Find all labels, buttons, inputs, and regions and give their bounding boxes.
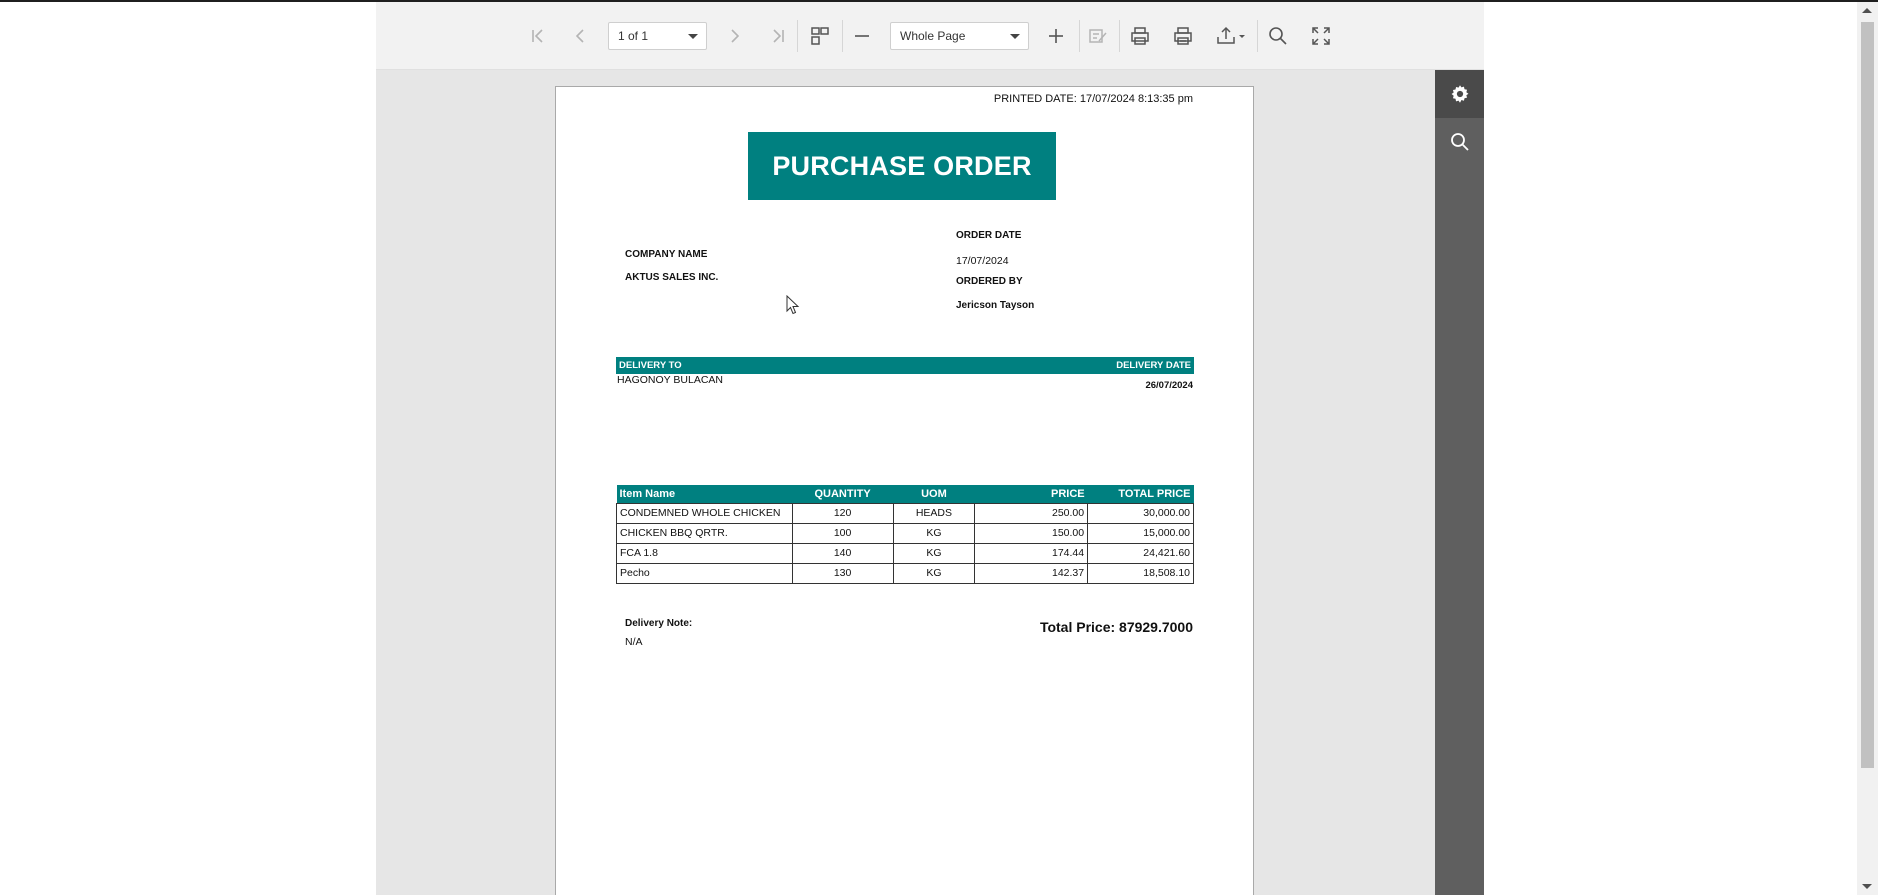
- last-page-icon[interactable]: [764, 22, 792, 50]
- page-indicator: 1 of 1: [618, 29, 649, 43]
- printed-date: PRINTED DATE: 17/07/2024 8:13:35 pm: [993, 93, 1193, 105]
- page-select[interactable]: 1 of 1: [608, 22, 707, 50]
- total-price-cell: 15,000.00: [1087, 522, 1194, 544]
- quantity-cell: 120: [791, 502, 894, 524]
- uom-cell: KG: [892, 542, 976, 564]
- column-header: PRICE: [974, 485, 1088, 503]
- print-page-icon[interactable]: [1169, 22, 1197, 50]
- zoom-select[interactable]: Whole Page: [890, 22, 1029, 50]
- side-panel: [1435, 70, 1484, 895]
- toolbar-separator: [842, 20, 843, 52]
- order-date-label: ORDER DATE: [956, 230, 1022, 241]
- table-row: Pecho 130 KG 142.37 18,508.10: [616, 562, 1194, 584]
- delivery-note-value: N/A: [625, 636, 643, 648]
- item-name-cell: CONDEMNED WHOLE CHICKEN: [616, 502, 793, 524]
- toolbar-separator: [1079, 20, 1080, 52]
- price-cell: 250.00: [974, 502, 1089, 524]
- table-row: CHICKEN BBQ QRTR. 100 KG 150.00 15,000.0…: [616, 522, 1194, 544]
- delivery-note-label: Delivery Note:: [625, 618, 693, 629]
- quantity-cell: 100: [791, 522, 894, 544]
- mouse-cursor-icon: [786, 295, 800, 315]
- zoom-in-icon[interactable]: [1042, 22, 1070, 50]
- chevron-down-icon: [688, 34, 698, 39]
- scroll-up-icon[interactable]: [1862, 8, 1872, 13]
- total-price-cell: 24,421.60: [1087, 542, 1194, 564]
- table-row: CONDEMNED WHOLE CHICKEN 120 HEADS 250.00…: [616, 502, 1194, 524]
- company-name-label: COMPANY NAME: [625, 249, 708, 260]
- zoom-value: Whole Page: [900, 29, 966, 43]
- column-header: UOM: [893, 485, 975, 503]
- price-cell: 174.44: [974, 542, 1089, 564]
- uom-cell: HEADS: [892, 502, 976, 524]
- delivery-date-label: DELIVERY DATE: [1116, 360, 1191, 371]
- company-name-value: AKTUS SALES INC.: [625, 272, 719, 283]
- ordered-by-value: Jericson Tayson: [956, 300, 1035, 311]
- total-price: Total Price: 87929.7000: [1039, 619, 1193, 635]
- zoom-out-icon[interactable]: [848, 22, 876, 50]
- edit-fields-icon[interactable]: [1084, 22, 1112, 50]
- toolbar-separator: [1257, 20, 1258, 52]
- uom-cell: KG: [892, 562, 976, 584]
- scrollbar-thumb[interactable]: [1861, 22, 1874, 768]
- table-header-row: Item Name QUANTITY UOM PRICE TOTAL PRICE: [616, 485, 1194, 503]
- first-page-icon[interactable]: [524, 22, 552, 50]
- price-cell: 142.37: [974, 562, 1089, 584]
- toolbar-separator: [1119, 20, 1120, 52]
- prev-page-icon[interactable]: [566, 22, 594, 50]
- column-header: TOTAL PRICE: [1087, 485, 1194, 503]
- document-title: PURCHASE ORDER: [748, 132, 1056, 200]
- multipage-icon[interactable]: [806, 22, 834, 50]
- column-header: Item Name: [616, 485, 793, 503]
- uom-cell: KG: [892, 522, 976, 544]
- report-page: PRINTED DATE: 17/07/2024 8:13:35 pm PURC…: [555, 86, 1254, 895]
- item-name-cell: CHICKEN BBQ QRTR.: [616, 522, 793, 544]
- report-viewer: 1 of 1 Whole Page PRINTED DATE: 17/07/20…: [376, 2, 1484, 895]
- export-icon[interactable]: [1212, 22, 1252, 50]
- item-name-cell: Pecho: [616, 562, 793, 584]
- quantity-cell: 130: [791, 562, 894, 584]
- item-name-cell: FCA 1.8: [616, 542, 793, 564]
- delivery-date-value: 26/07/2024: [1145, 380, 1193, 391]
- toolbar-separator: [797, 20, 798, 52]
- settings-icon[interactable]: [1435, 70, 1484, 118]
- search-icon[interactable]: [1264, 22, 1292, 50]
- search-icon[interactable]: [1435, 118, 1484, 166]
- print-icon[interactable]: [1126, 22, 1154, 50]
- viewer-toolbar: 1 of 1 Whole Page: [376, 2, 1484, 70]
- ordered-by-label: ORDERED BY: [956, 276, 1023, 287]
- scroll-down-icon[interactable]: [1862, 884, 1872, 889]
- total-price-cell: 30,000.00: [1087, 502, 1194, 524]
- quantity-cell: 140: [791, 542, 894, 564]
- delivery-to-value: HAGONOY BULACAN: [617, 374, 723, 386]
- chevron-down-icon: [1010, 34, 1020, 39]
- total-price-cell: 18,508.10: [1087, 562, 1194, 584]
- delivery-header-bar: DELIVERY TO DELIVERY DATE: [616, 357, 1194, 374]
- delivery-to-label: DELIVERY TO: [619, 360, 682, 371]
- items-table: Item Name QUANTITY UOM PRICE TOTAL PRICE…: [616, 485, 1194, 584]
- vertical-scrollbar[interactable]: [1857, 2, 1878, 895]
- fullscreen-icon[interactable]: [1307, 22, 1335, 50]
- price-cell: 150.00: [974, 522, 1089, 544]
- column-header: QUANTITY: [792, 485, 894, 503]
- table-row: FCA 1.8 140 KG 174.44 24,421.60: [616, 542, 1194, 564]
- next-page-icon[interactable]: [721, 22, 749, 50]
- order-date-value: 17/07/2024: [956, 255, 1009, 267]
